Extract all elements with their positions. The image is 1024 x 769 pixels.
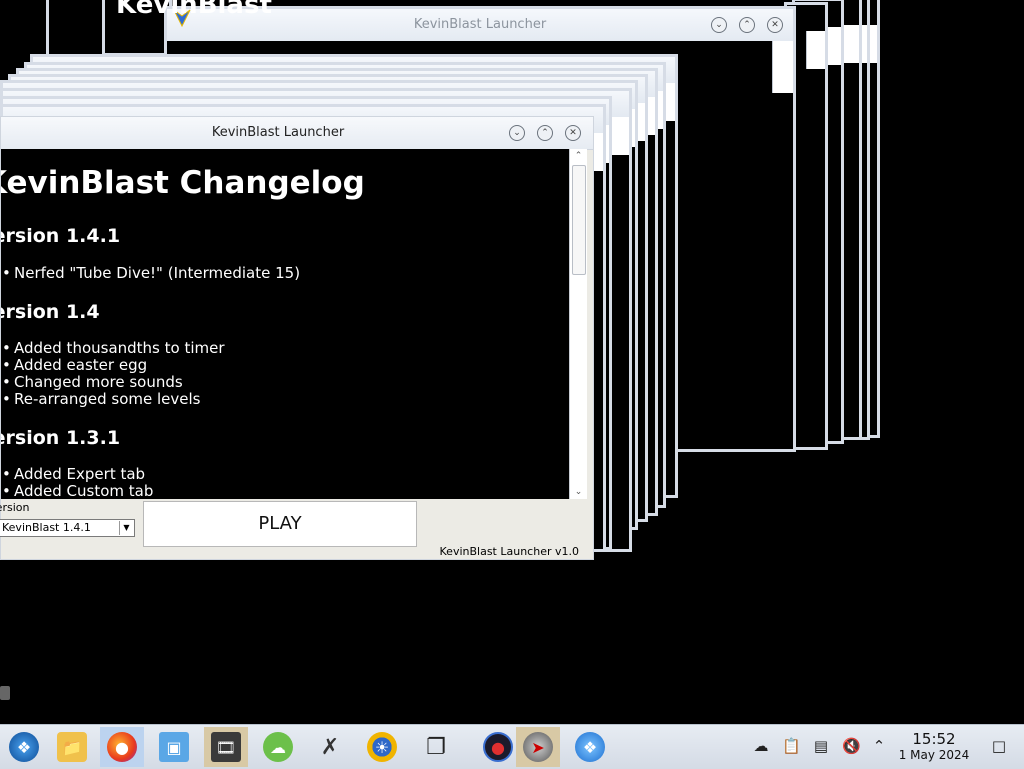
version-select[interactable]: KevinBlast 1.4.1 ▼ [0, 519, 135, 537]
taskbar-kevinblast[interactable]: ➤ [516, 727, 560, 767]
play-button[interactable]: PLAY [143, 501, 417, 547]
scroll-up-icon[interactable]: ⌃ [570, 149, 587, 163]
launcher-version-text: KevinBlast Launcher v1.0 [439, 545, 579, 558]
list-item: Nerfed "Tube Dive!" (Intermediate 15) [1, 265, 300, 283]
list-item: Added Custom tab [1, 483, 153, 500]
monitor-icon: ▣ [159, 732, 189, 762]
taskbar-x-app[interactable]: ✗ [308, 727, 352, 767]
clipboard-icon[interactable]: 📋 [782, 737, 801, 755]
maximize-icon[interactable]: ⌃ [739, 17, 755, 33]
firefox-icon: ● [107, 732, 137, 762]
cloud-icon: ☁ [263, 732, 293, 762]
window-title: KevinBlast Launcher [211, 125, 345, 140]
scrollbar[interactable] [772, 41, 793, 93]
taskbar-game[interactable]: ● [476, 727, 520, 767]
show-desktop-icon[interactable]: □ [990, 737, 1008, 755]
battery-icon[interactable]: ▤ [812, 737, 830, 755]
version-heading: Version 1.4.1 [1, 225, 121, 247]
title-bar[interactable]: KevinBlast Launcher ⌄ ⌃ ✕ [1, 117, 593, 150]
dropdown-arrow-icon[interactable]: ▼ [119, 521, 133, 535]
taskbar-weather-app[interactable]: ☀ [360, 727, 404, 767]
film-icon: 🎞 [211, 732, 241, 762]
windows-logo-icon: ❖ [575, 732, 605, 762]
game-icon: ● [483, 732, 513, 762]
taskbar-file-manager[interactable]: 📁 [50, 727, 94, 767]
taskbar: ❖ 📁 ● ▣ 🎞 ☁ ✗ ☀ ❐ ● ➤ ❖ ☁ 📋 ▤ 🔇 ⌃ 15:52 … [0, 724, 1024, 769]
clock-time: 15:52 [912, 730, 956, 748]
background-window [46, 0, 106, 60]
maximize-icon[interactable]: ⌃ [537, 125, 553, 141]
list-item: Added Expert tab [1, 466, 153, 484]
clock-date: 1 May 2024 [898, 748, 970, 762]
minimize-icon[interactable]: ⌄ [711, 17, 727, 33]
changelog-scrollbar[interactable]: ⌃ ⌄ [569, 149, 587, 499]
x-icon: ✗ [320, 734, 340, 760]
launcher-controls: Version KevinBlast 1.4.1 ▼ PLAY KevinBla… [0, 499, 593, 559]
partial-window-heading: KevinBlast [116, 0, 272, 20]
chevron-up-icon[interactable]: ⌃ [870, 737, 888, 755]
start-button[interactable]: ❖ [2, 727, 46, 767]
taskbar-cloud-sync[interactable]: ☁ [256, 727, 300, 767]
list-item: Changed more sounds [1, 374, 225, 392]
windows-stack-icon: ❐ [426, 734, 446, 760]
minimize-icon[interactable]: ⌄ [509, 125, 525, 141]
version-heading: Version 1.3.1 [1, 427, 121, 449]
taskbar-windows-app[interactable]: ❖ [568, 727, 612, 767]
changelog-list: Nerfed "Tube Dive!" (Intermediate 15) [1, 265, 300, 283]
list-item: Added thousandths to timer [1, 340, 225, 358]
folder-icon: 📁 [57, 732, 87, 762]
changelog-heading: KevinBlast Changelog [1, 165, 365, 201]
close-icon[interactable]: ✕ [767, 17, 783, 33]
scroll-thumb[interactable] [572, 165, 586, 275]
clock[interactable]: 15:52 1 May 2024 [896, 731, 972, 763]
speaker-muted-icon[interactable]: 🔇 [842, 737, 861, 755]
desktop-trash-icon[interactable] [0, 686, 10, 700]
close-icon[interactable]: ✕ [565, 125, 581, 141]
changelog-view[interactable]: KevinBlast Changelog Version 1.4.1 Nerfe… [1, 149, 569, 499]
launcher-window: KevinBlast Launcher ⌄ ⌃ ✕ KevinBlast Cha… [0, 116, 594, 560]
taskbar-video-editor[interactable]: 🎞 [204, 727, 248, 767]
version-label: Version [0, 501, 30, 514]
cloud-upload-icon[interactable]: ☁ [752, 737, 770, 755]
compass-icon: ➤ [523, 732, 553, 762]
list-item: Re-arranged some levels [1, 391, 225, 409]
version-heading: Version 1.4 [1, 301, 100, 323]
changelog-list: Added Expert tab Added Custom tab [1, 466, 153, 500]
scroll-down-icon[interactable]: ⌄ [570, 485, 587, 499]
sun-icon: ☀ [367, 732, 397, 762]
windows-logo-icon: ❖ [9, 732, 39, 762]
version-select-value: KevinBlast 1.4.1 [2, 521, 91, 534]
changelog-list: Added thousandths to timer Added easter … [1, 340, 225, 409]
taskbar-firefox[interactable]: ● [100, 727, 144, 767]
taskbar-task-view[interactable]: ❐ [414, 727, 458, 767]
taskbar-remote-desktop[interactable]: ▣ [152, 727, 196, 767]
list-item: Added easter egg [1, 357, 225, 375]
